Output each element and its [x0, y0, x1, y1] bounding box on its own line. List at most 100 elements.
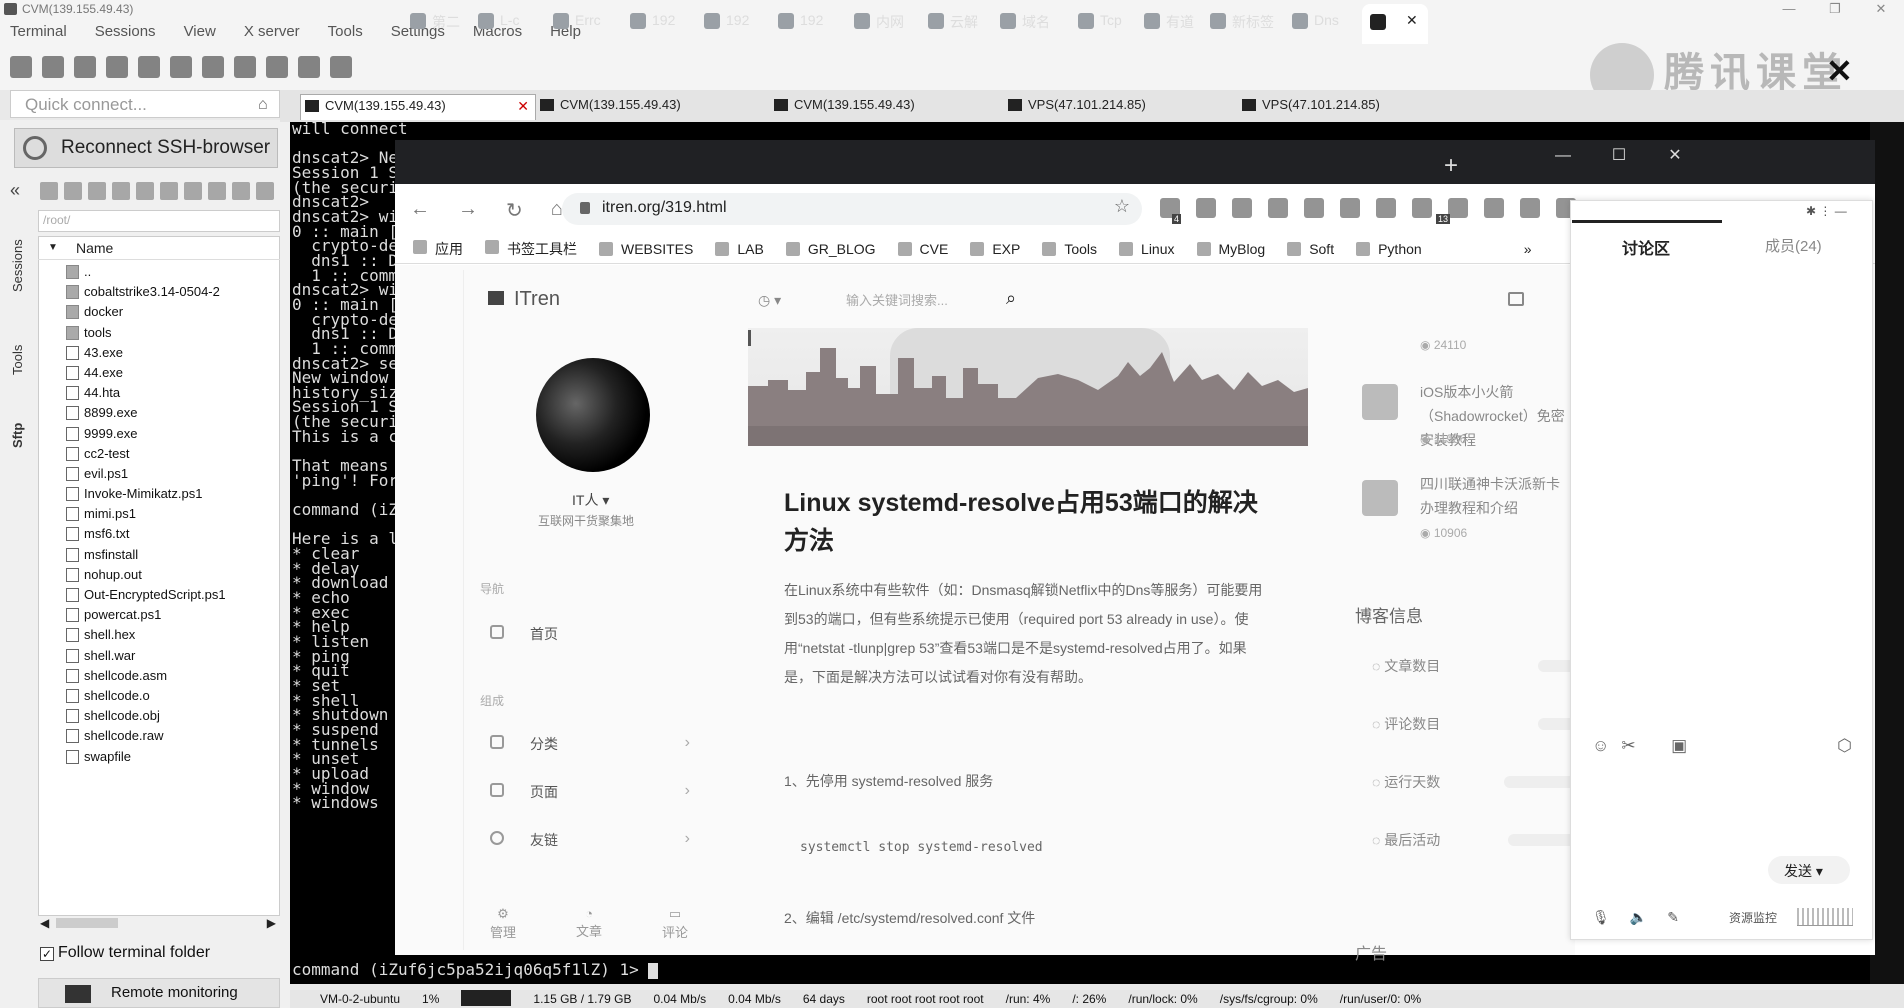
more-bookmarks-icon[interactable]: »: [1524, 241, 1532, 257]
file-item[interactable]: msf6.txt: [40, 524, 280, 544]
view-icon[interactable]: [170, 56, 192, 78]
nav-manage[interactable]: ⚙ 管理: [490, 906, 516, 941]
checkbox-checked-icon[interactable]: ✓: [40, 947, 54, 961]
reload-icon[interactable]: ↻: [506, 198, 523, 223]
browser-close-button[interactable]: ✕: [1647, 144, 1703, 168]
nav-categories[interactable]: 分类 ›: [490, 734, 690, 754]
nav-articles[interactable]: ◔ 文章: [576, 906, 602, 941]
post-thumbnail[interactable]: [1362, 384, 1398, 420]
close-window-button[interactable]: ✕: [1858, 0, 1904, 20]
draw-icon[interactable]: ✎: [1667, 909, 1679, 926]
browser-tab[interactable]: Tcp: [1078, 12, 1122, 29]
remote-monitoring-button[interactable]: Remote monitoring: [38, 978, 280, 1008]
extension-icon[interactable]: [1520, 198, 1540, 218]
nav-home[interactable]: 首页: [490, 624, 558, 644]
session-tab-1[interactable]: CVM(139.155.49.43) ✕: [300, 94, 536, 120]
browser-minimize-button[interactable]: —: [1535, 144, 1591, 168]
settings-icon[interactable]: [208, 182, 226, 200]
file-item[interactable]: 43.exe: [40, 343, 280, 363]
menu-tools[interactable]: Tools: [328, 20, 363, 44]
text-icon[interactable]: [232, 182, 250, 200]
file-item[interactable]: evil.ps1: [40, 464, 280, 484]
image-icon[interactable]: ▣: [1671, 736, 1687, 756]
extension-icon[interactable]: [1376, 198, 1396, 218]
servers-icon[interactable]: [42, 56, 64, 78]
tab-discussion[interactable]: 讨论区: [1622, 235, 1670, 259]
file-item[interactable]: docker: [40, 302, 280, 322]
bookmark-folder[interactable]: Python: [1356, 241, 1422, 257]
send-button[interactable]: 发送 ▾: [1768, 856, 1850, 884]
browser-tab[interactable]: 第二: [410, 12, 460, 32]
tunneling-icon[interactable]: [266, 56, 288, 78]
session-tab-4[interactable]: VPS(47.101.214.85): [1004, 94, 1238, 120]
browser-tab[interactable]: 云解: [928, 12, 978, 32]
file-item[interactable]: 8899.exe: [40, 403, 280, 423]
bookmark-folder[interactable]: 书签工具栏: [485, 239, 577, 259]
browser-tab[interactable]: 192: [704, 12, 749, 29]
browser-maximize-button[interactable]: ☐: [1591, 144, 1647, 168]
bookmark-folder[interactable]: Soft: [1287, 241, 1334, 257]
sessions-icon[interactable]: [138, 56, 160, 78]
new-folder-icon[interactable]: [136, 182, 154, 200]
resource-monitor-label[interactable]: 资源监控: [1729, 909, 1777, 926]
games-icon[interactable]: [106, 56, 128, 78]
address-bar[interactable]: itren.org/319.html ☆: [562, 193, 1142, 225]
menu-sessions[interactable]: Sessions: [95, 20, 156, 44]
extension-icon[interactable]: [1412, 198, 1432, 218]
file-item[interactable]: ..: [40, 262, 280, 282]
session-tab-2[interactable]: CVM(139.155.49.43): [536, 94, 770, 120]
bookmark-apps[interactable]: 应用: [413, 239, 463, 259]
browser-tab[interactable]: L-c: [478, 12, 519, 29]
settings-icon[interactable]: ⬡: [1837, 736, 1852, 756]
browser-tab[interactable]: Dns: [1292, 12, 1339, 29]
post-thumbnail[interactable]: [1362, 480, 1398, 516]
file-item[interactable]: 44.exe: [40, 363, 280, 383]
scissors-icon[interactable]: ✂: [1621, 736, 1635, 756]
extension-icon[interactable]: [1232, 198, 1252, 218]
delete-icon[interactable]: [184, 182, 202, 200]
message-icon[interactable]: [1508, 292, 1524, 306]
file-item[interactable]: 44.hta: [40, 383, 280, 403]
file-item[interactable]: shell.war: [40, 646, 280, 666]
extension-icon[interactable]: [1340, 198, 1360, 218]
file-item[interactable]: Out-EncryptedScript.ps1: [40, 585, 280, 605]
tab-members[interactable]: 成员(24): [1765, 235, 1822, 256]
file-tree-hscrollbar[interactable]: ◀ ▶: [38, 916, 280, 930]
file-item[interactable]: mimi.ps1: [40, 504, 280, 524]
menu-view[interactable]: View: [184, 20, 216, 44]
bookmark-folder[interactable]: GR_BLOG: [785, 241, 876, 257]
bookmark-icon[interactable]: [256, 182, 274, 200]
packages-icon[interactable]: [298, 56, 320, 78]
file-item[interactable]: 9999.exe: [40, 424, 280, 444]
refresh-icon[interactable]: [112, 182, 130, 200]
session-tab-5[interactable]: VPS(47.101.214.85): [1238, 94, 1472, 120]
bookmark-folder[interactable]: LAB: [715, 241, 764, 257]
extension-icon[interactable]: [1268, 198, 1288, 218]
bookmark-folder[interactable]: Tools: [1042, 241, 1097, 257]
bookmark-folder[interactable]: WEBSITES: [599, 241, 693, 257]
file-item[interactable]: shellcode.o: [40, 686, 280, 706]
file-item[interactable]: shellcode.raw: [40, 726, 280, 746]
multiexec-icon[interactable]: [234, 56, 256, 78]
nav-comments[interactable]: ▭ 评论: [662, 906, 688, 941]
tools-icon[interactable]: [74, 56, 96, 78]
pin-icon[interactable]: ✱ ⋮ —: [1806, 204, 1847, 218]
vtab-tools[interactable]: Tools: [10, 330, 32, 390]
extension-icon[interactable]: [1484, 198, 1504, 218]
nav-pages[interactable]: 页面 ›: [490, 782, 690, 802]
file-item[interactable]: Invoke-Mimikatz.ps1: [40, 484, 280, 504]
file-item[interactable]: shellcode.asm: [40, 666, 280, 686]
close-tab-icon[interactable]: ✕: [1406, 12, 1418, 28]
author-name[interactable]: IT人 ▾: [572, 490, 609, 510]
new-tab-button[interactable]: +: [1444, 152, 1458, 180]
browser-tab[interactable]: 192: [778, 12, 823, 29]
file-item[interactable]: nohup.out: [40, 565, 280, 585]
new-file-icon[interactable]: [160, 182, 178, 200]
reconnect-ssh-browser-button[interactable]: Reconnect SSH-browser: [14, 128, 278, 168]
extension-icon[interactable]: [1448, 198, 1468, 218]
emoji-icon[interactable]: ☺: [1592, 736, 1609, 756]
collapse-sidebar-icon[interactable]: «: [10, 180, 20, 201]
session-tab-3[interactable]: CVM(139.155.49.43): [770, 94, 1004, 120]
site-search-input[interactable]: 输入关键词搜索...: [760, 290, 948, 309]
download-icon[interactable]: [64, 182, 82, 200]
